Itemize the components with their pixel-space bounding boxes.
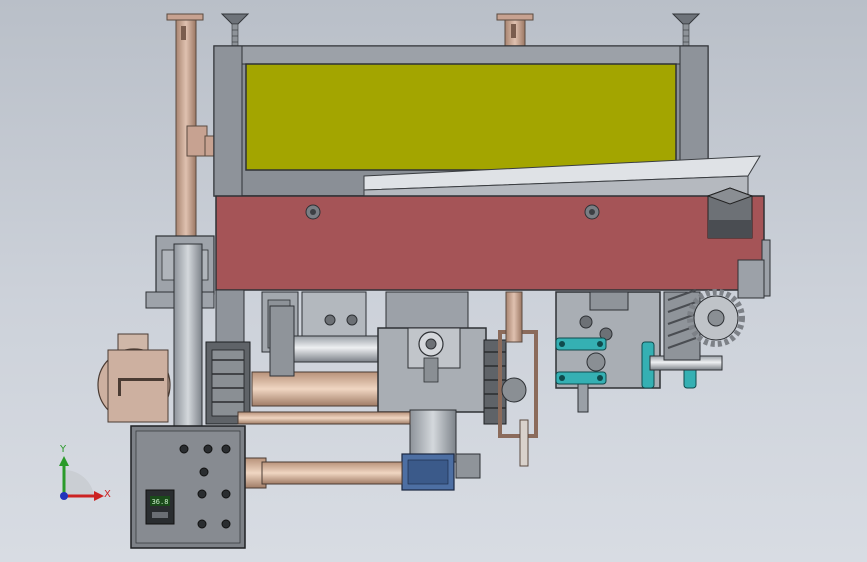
tan-cylinder-upper <box>251 371 383 407</box>
panel-button[interactable] <box>197 489 207 499</box>
left-vertical-post <box>166 13 216 243</box>
panel-button[interactable] <box>203 444 213 454</box>
center-top-post <box>496 13 534 51</box>
right-end-cap <box>737 259 765 299</box>
beam-bolt-right <box>584 204 600 220</box>
motor-coupling <box>455 453 481 479</box>
bearing-block-upper-left <box>555 337 607 351</box>
hopper-panel <box>245 63 677 171</box>
bearing-block-lower-left <box>555 371 607 385</box>
panel-button[interactable] <box>221 519 231 529</box>
triad-plane-icon <box>64 469 94 496</box>
red-cross-beam <box>215 195 771 297</box>
coordinate-triad: Y X <box>59 444 111 501</box>
right-sprocket <box>483 339 507 425</box>
cad-viewport[interactable]: 36.8 Y X <box>0 0 867 562</box>
right-leveling-foot <box>671 13 701 47</box>
beam-bolt-left <box>305 204 321 220</box>
display-readout: 36.8 <box>152 498 169 506</box>
tan-pipe-lower <box>237 411 411 489</box>
drive-motor <box>97 333 171 423</box>
panel-button[interactable] <box>197 519 207 529</box>
vertical-pipe <box>173 243 203 435</box>
control-panel-display: 36.8 <box>145 489 175 525</box>
sensor-block <box>706 187 754 239</box>
gearbox <box>377 327 487 413</box>
y-axis-label: Y <box>59 444 67 455</box>
x-axis-label: X <box>104 489 111 500</box>
blue-motor <box>401 453 455 491</box>
z-axis-icon <box>60 492 68 500</box>
rod-support <box>269 305 295 377</box>
control-panel[interactable] <box>130 425 246 549</box>
panel-button[interactable] <box>179 444 189 454</box>
panel-button[interactable] <box>221 444 231 454</box>
panel-button[interactable] <box>199 467 209 477</box>
panel-button[interactable] <box>221 489 231 499</box>
left-leveling-foot <box>220 13 250 47</box>
